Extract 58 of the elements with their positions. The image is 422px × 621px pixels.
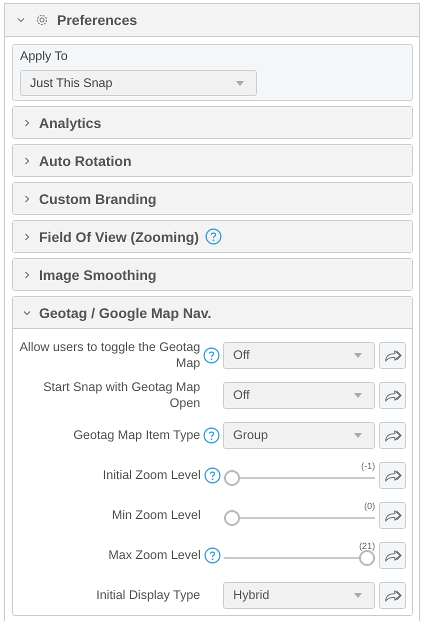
field-label: Max Zoom Level (107, 547, 201, 563)
dropdown-arrow-icon (354, 592, 362, 598)
field-label: Initial Zoom Level (102, 467, 201, 483)
section-title: Custom Branding (39, 190, 156, 206)
field-label: Start Snap with Geotag Map Open (42, 379, 200, 411)
share-button[interactable] (379, 422, 406, 448)
section-title: Geotag / Google Map Nav. (39, 304, 212, 320)
share-button[interactable] (379, 462, 406, 488)
dropdown-arrow-icon (354, 432, 362, 438)
help-icon[interactable] (203, 426, 220, 444)
section-header[interactable]: Image Smoothing (13, 259, 412, 290)
dropdown-arrow-icon (236, 80, 244, 86)
section-title: Field Of View (Zooming) (39, 228, 199, 244)
field-label: Geotag Map Item Type (72, 427, 200, 443)
dropdown[interactable]: Group (223, 422, 376, 448)
dropdown[interactable]: Off (223, 382, 376, 408)
share-icon (384, 468, 402, 482)
section-header[interactable]: Geotag / Google Map Nav. (13, 297, 412, 329)
slider-reading: (0) (364, 501, 376, 511)
share-button[interactable] (379, 542, 406, 568)
share-button[interactable] (379, 582, 406, 608)
panel-title: Preferences (57, 12, 138, 28)
share-icon (384, 508, 402, 522)
field-label: Allow users to toggle the Geotag Map (18, 339, 200, 371)
slider-reading: (21) (359, 541, 376, 551)
share-icon (384, 548, 402, 562)
share-icon (384, 388, 402, 402)
share-icon (384, 428, 402, 442)
help-icon[interactable] (204, 228, 222, 245)
section-header[interactable]: Field Of View (Zooming) (13, 221, 412, 252)
slider-thumb[interactable] (359, 550, 376, 566)
section-title: Image Smoothing (39, 266, 156, 282)
field-label: Initial Display Type (95, 587, 200, 603)
share-icon (384, 348, 402, 362)
section-title: Analytics (39, 114, 102, 130)
section-header[interactable]: Custom Branding (13, 183, 412, 214)
help-icon[interactable] (203, 346, 220, 364)
help-icon[interactable] (204, 546, 221, 564)
section-title: Auto Rotation (39, 152, 132, 168)
section-header[interactable]: Auto Rotation (13, 145, 412, 176)
slider-reading: (-1) (361, 461, 376, 471)
apply-to-label: Apply To (20, 49, 69, 63)
dropdown-arrow-icon (354, 392, 362, 398)
apply-to-dropdown[interactable]: Just This Snap (20, 70, 257, 96)
help-icon[interactable] (204, 466, 221, 484)
share-button[interactable] (379, 342, 406, 368)
share-button[interactable] (379, 382, 406, 408)
section-header[interactable]: Analytics (13, 107, 412, 138)
share-icon (384, 588, 402, 602)
dropdown[interactable]: Hybrid (223, 582, 376, 608)
field-label: Min Zoom Level (110, 507, 201, 523)
panel-header[interactable]: Preferences (5, 4, 419, 37)
slider-thumb[interactable] (224, 510, 240, 526)
slider-thumb[interactable] (224, 470, 240, 486)
dropdown-arrow-icon (354, 352, 362, 358)
dropdown[interactable]: Off (223, 342, 376, 368)
settings-icon (35, 13, 49, 27)
share-button[interactable] (379, 502, 406, 528)
